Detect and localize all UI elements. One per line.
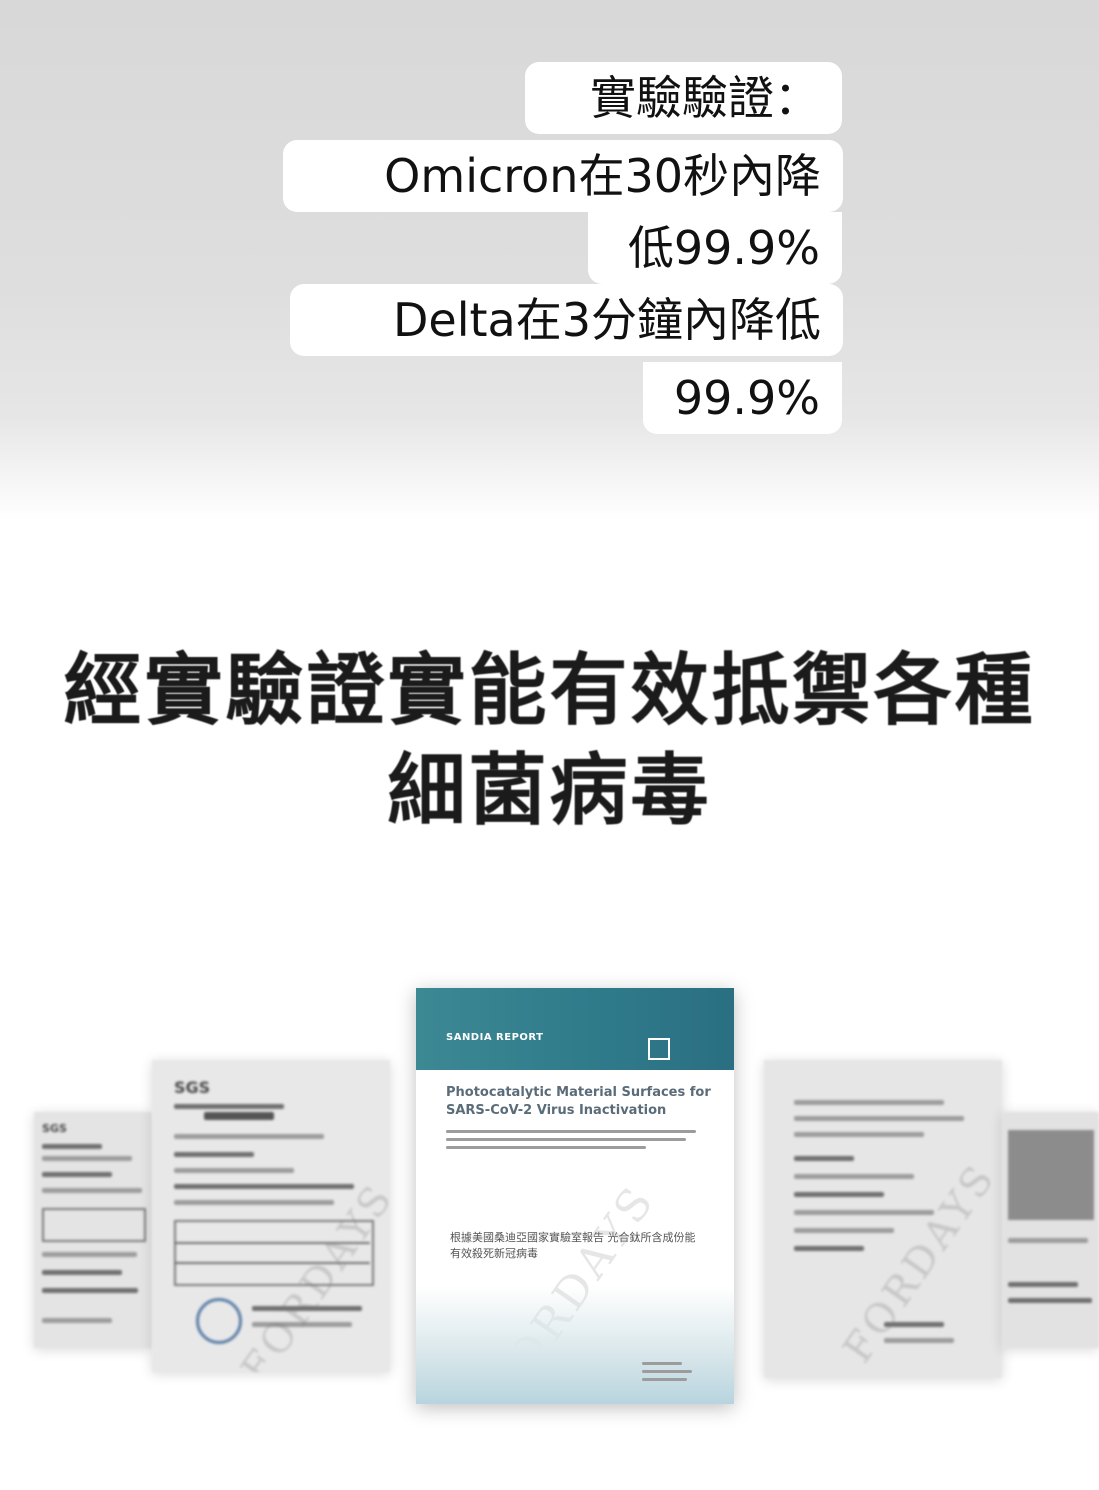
certificate-left-far: SGS	[34, 1112, 152, 1348]
headline-line-2: 細菌病毒	[387, 746, 712, 836]
callout-line-3: 低99.9%	[588, 212, 842, 284]
callout-line-2: Omicron在30秒內降	[283, 140, 843, 212]
report-header	[416, 988, 734, 1070]
sandia-logo-icon	[648, 1038, 670, 1060]
seal-icon	[196, 1298, 242, 1344]
sandia-report-cover: SANDIA REPORT Photocatalytic Material Su…	[416, 988, 734, 1404]
report-series-label: SANDIA REPORT	[446, 1032, 544, 1043]
certificate-right-far	[1002, 1112, 1099, 1348]
certificate-left-near: SGS FORDAYS	[152, 1060, 390, 1372]
certificate-right-near: FORDAYS	[764, 1060, 1002, 1378]
report-title: Photocatalytic Material Surfaces for SAR…	[446, 1085, 711, 1118]
report-footer	[416, 1286, 734, 1404]
callout-line-4: Delta在3分鐘內降低	[290, 284, 843, 356]
headline-line-1: 經實驗證實能有效抵禦各種	[63, 646, 1036, 736]
callout-line-1: 實驗驗證：	[525, 62, 842, 134]
headline: 經實驗證實能有效抵禦各種 細菌病毒	[0, 645, 1099, 837]
sgs-logo: SGS	[174, 1078, 211, 1097]
sgs-logo: SGS	[42, 1122, 67, 1135]
callout-line-5: 99.9%	[643, 362, 842, 434]
